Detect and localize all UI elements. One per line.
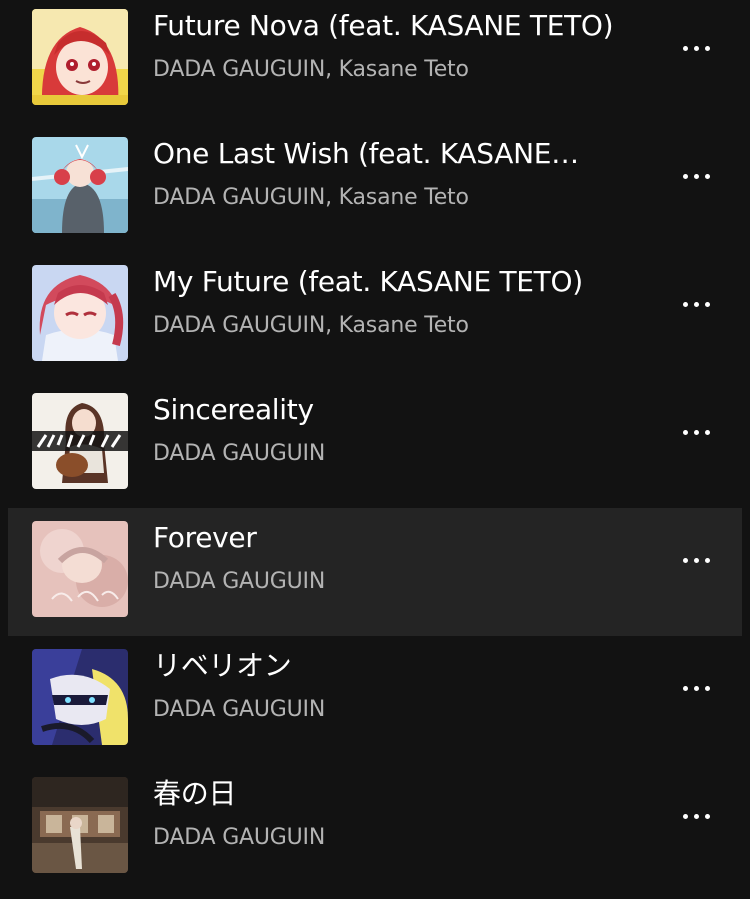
more-options-icon[interactable]	[670, 156, 722, 196]
more-options-icon[interactable]	[670, 796, 722, 836]
track-row[interactable]: My Future (feat. KASANE TETO) DADA GAUGU…	[8, 252, 742, 380]
track-title: My Future (feat. KASANE TETO)	[153, 265, 583, 298]
track-artist: DADA GAUGUIN	[153, 441, 326, 466]
more-options-icon[interactable]	[670, 412, 722, 452]
album-art	[32, 521, 128, 617]
more-options-icon[interactable]	[670, 668, 722, 708]
track-title: Future Nova (feat. KASANE TETO)	[153, 9, 614, 42]
track-title: リベリオン	[153, 649, 292, 682]
track-row[interactable]: 春の日 DADA GAUGUIN	[8, 764, 742, 892]
track-title: 春の日	[153, 777, 237, 810]
track-row[interactable]: Sincereality DADA GAUGUIN	[8, 380, 742, 508]
album-art	[32, 9, 128, 105]
track-title: Sincereality	[153, 393, 314, 426]
track-row[interactable]: Future Nova (feat. KASANE TETO) DADA GAU…	[8, 0, 742, 124]
track-artist: DADA GAUGUIN	[153, 569, 326, 594]
track-row[interactable]: One Last Wish (feat. KASANE… DADA GAUGUI…	[8, 124, 742, 252]
album-art	[32, 649, 128, 745]
more-options-icon[interactable]	[670, 28, 722, 68]
track-artist: DADA GAUGUIN, Kasane Teto	[153, 57, 469, 82]
more-options-icon[interactable]	[670, 540, 722, 580]
track-artist: DADA GAUGUIN	[153, 697, 326, 722]
track-artist: DADA GAUGUIN, Kasane Teto	[153, 185, 469, 210]
track-row[interactable]: Forever DADA GAUGUIN	[8, 508, 742, 636]
track-artist: DADA GAUGUIN, Kasane Teto	[153, 313, 469, 338]
album-art	[32, 137, 128, 233]
album-art	[32, 777, 128, 873]
track-title: Forever	[153, 521, 257, 554]
album-art	[32, 265, 128, 361]
track-row[interactable]: リベリオン DADA GAUGUIN	[8, 636, 742, 764]
track-artist: DADA GAUGUIN	[153, 825, 326, 850]
track-title: One Last Wish (feat. KASANE…	[153, 137, 579, 170]
more-options-icon[interactable]	[670, 284, 722, 324]
album-art	[32, 393, 128, 489]
